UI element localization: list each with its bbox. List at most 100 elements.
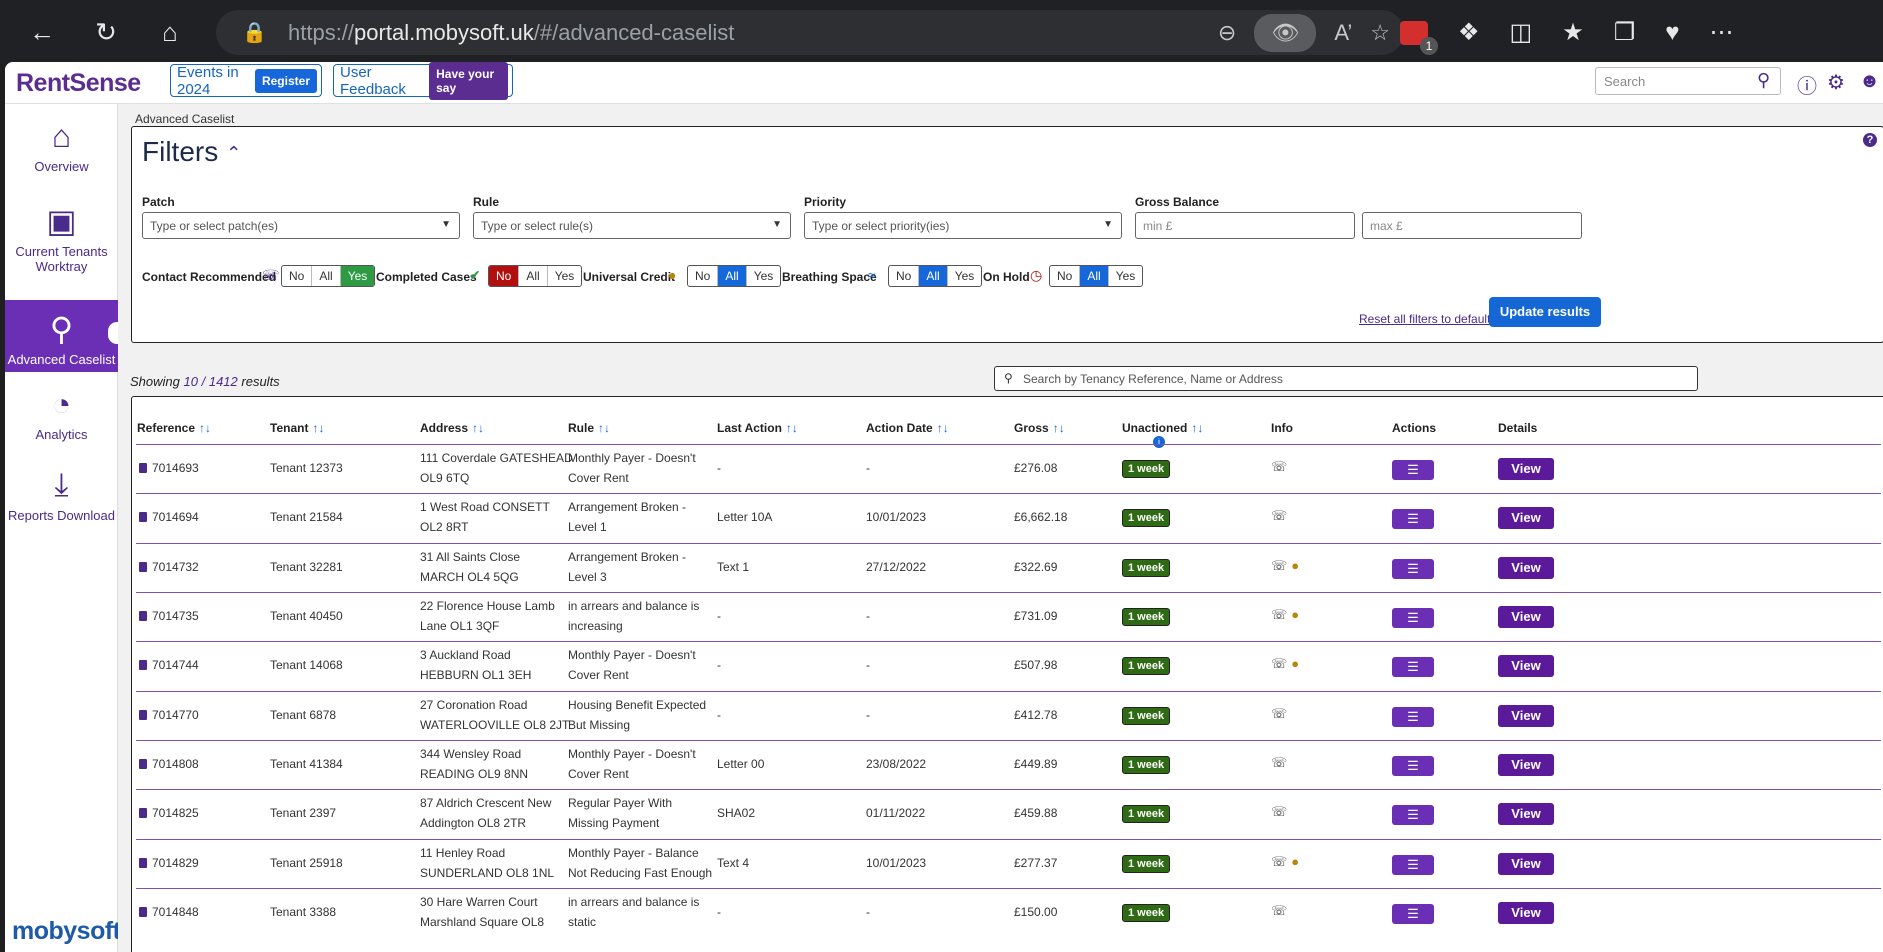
column-header-reference[interactable]: Reference ↑↓	[137, 421, 211, 435]
toggle-yes[interactable]: Yes	[747, 266, 781, 286]
filters-title[interactable]: Filters ⌃	[142, 136, 241, 168]
feedback-promo[interactable]: User Feedback Have your say	[333, 62, 513, 100]
gross-max-input[interactable]: max £	[1362, 212, 1582, 239]
view-button[interactable]: View	[1498, 507, 1554, 529]
sidebar-item-worktray[interactable]: ▣ Current Tenants Worktray	[5, 202, 118, 290]
help-icon[interactable]: ⓘ	[1797, 70, 1817, 99]
refresh-icon[interactable]: ↻	[84, 10, 128, 54]
toggle-yes[interactable]: Yes	[340, 266, 375, 286]
actions-menu-button[interactable]: ☰	[1392, 657, 1434, 677]
favorites-icon[interactable]: ★	[1562, 18, 1584, 47]
sidebar-item-analytics[interactable]: ◔ Analytics	[5, 386, 118, 454]
column-header-last-action[interactable]: Last Action ↑↓	[717, 421, 798, 435]
toggle-no[interactable]: No	[1050, 266, 1081, 286]
toggle-all[interactable]: All	[312, 266, 341, 286]
reset-filters-link[interactable]: Reset all filters to default	[1359, 312, 1490, 326]
collections-icon[interactable]: ❐	[1614, 18, 1636, 47]
table-row[interactable]: 7014694 Tenant 21584 1 West Road CONSETT OL…	[136, 493, 1881, 542]
sort-icon[interactable]: ↑↓	[1191, 421, 1203, 435]
extension-red-icon[interactable]: 1	[1400, 20, 1438, 55]
headset-icon[interactable]: ☏	[1271, 459, 1287, 474]
toggle-no[interactable]: No	[889, 266, 920, 286]
column-header-tenant[interactable]: Tenant ↑↓	[270, 421, 324, 435]
column-header-action-date[interactable]: Action Date ↑↓	[866, 421, 949, 435]
more-menu-icon[interactable]: ⋯	[1709, 18, 1733, 47]
url-text[interactable]: https://portal.mobysoft.uk/#/advanced-ca…	[288, 20, 734, 46]
coins-icon[interactable]: ●	[1291, 558, 1299, 573]
tracking-prevention-icon[interactable]: 👁	[1254, 13, 1317, 52]
lock-icon[interactable]: 🔒	[242, 20, 268, 45]
reference-cell[interactable]: 7014825	[139, 803, 199, 823]
sidebar-item-overview[interactable]: ⌂ Overview	[5, 118, 118, 188]
view-button[interactable]: View	[1498, 655, 1554, 677]
sort-icon[interactable]: ↑↓	[1053, 421, 1065, 435]
table-row[interactable]: 7014732 Tenant 32281 31 All Saints Close MA…	[136, 543, 1881, 592]
view-button[interactable]: View	[1498, 557, 1554, 579]
rentsense-logo[interactable]: RentSense	[16, 69, 141, 98]
actions-menu-button[interactable]: ☰	[1392, 904, 1434, 924]
coins-icon[interactable]: ●	[1291, 607, 1299, 622]
reference-cell[interactable]: 7014732	[139, 557, 199, 577]
table-row[interactable]: 7014808 Tenant 41384 344 Wensley Road READI…	[136, 740, 1881, 789]
actions-menu-button[interactable]: ☰	[1392, 509, 1434, 529]
headset-icon[interactable]: ☏	[1271, 755, 1287, 770]
patch-select[interactable]: Type or select patch(es) ▼	[142, 212, 460, 239]
coins-icon[interactable]: ●	[1291, 854, 1299, 869]
table-row[interactable]: 7014848 Tenant 3388 30 Hare Warren Court Ma…	[136, 888, 1881, 937]
headset-icon[interactable]: ☏	[1271, 607, 1287, 622]
sort-icon[interactable]: ↑↓	[472, 421, 484, 435]
column-header-rule[interactable]: Rule ↑↓	[568, 421, 610, 435]
headset-icon[interactable]: ☏	[1271, 508, 1287, 523]
actions-menu-button[interactable]: ☰	[1392, 460, 1434, 480]
coins-icon[interactable]: ●	[1291, 656, 1299, 671]
have-your-say-button[interactable]: Have your say	[429, 62, 508, 100]
reference-cell[interactable]: 7014735	[139, 606, 199, 626]
address-bar[interactable]: 🔒 https://portal.mobysoft.uk/#/advanced-…	[216, 10, 1404, 55]
table-row[interactable]: 7014825 Tenant 2397 87 Aldrich Crescent Ne…	[136, 789, 1881, 838]
gross-min-input[interactable]: min £	[1135, 212, 1355, 239]
favorite-star-icon[interactable]: ☆	[1370, 20, 1390, 46]
global-search-input[interactable]: Search	[1595, 67, 1781, 95]
priority-select[interactable]: Type or select priority(ies) ▼	[804, 212, 1122, 239]
split-screen-icon[interactable]: ◫	[1510, 18, 1533, 47]
column-header-gross[interactable]: Gross ↑↓	[1014, 421, 1065, 435]
headset-icon[interactable]: ☏	[1271, 706, 1287, 721]
toggle-yes[interactable]: Yes	[548, 266, 582, 286]
back-icon[interactable]: ←	[20, 10, 64, 54]
view-button[interactable]: View	[1498, 754, 1554, 776]
toggle-no[interactable]: No	[282, 266, 313, 286]
column-header-unactioned[interactable]: Unactioned ↑↓	[1122, 421, 1203, 435]
table-row[interactable]: 7014693 Tenant 12373 111 Coverdale GATESHE…	[136, 444, 1881, 493]
toggle-all[interactable]: All	[519, 266, 548, 286]
reference-cell[interactable]: 7014848	[139, 902, 199, 922]
zoom-out-icon[interactable]: ⊖	[1218, 20, 1236, 46]
chevron-up-icon[interactable]: ⌃	[226, 143, 241, 164]
extensions-puzzle-icon[interactable]: ❖	[1458, 18, 1480, 47]
sort-icon[interactable]: ↑↓	[937, 421, 949, 435]
reference-cell[interactable]: 7014693	[139, 458, 199, 478]
headset-icon[interactable]: ☏	[1271, 656, 1287, 671]
reference-cell[interactable]: 7014829	[139, 853, 199, 873]
rule-select[interactable]: Type or select rule(s) ▼	[473, 212, 791, 239]
events-promo[interactable]: Events in 2024 Register	[170, 64, 322, 98]
reference-cell[interactable]: 7014694	[139, 507, 199, 527]
view-button[interactable]: View	[1498, 853, 1554, 875]
toggle-no[interactable]: No	[489, 266, 520, 286]
home-browser-icon[interactable]: ⌂	[148, 10, 192, 54]
actions-menu-button[interactable]: ☰	[1392, 805, 1434, 825]
toggle-yes[interactable]: Yes	[1109, 266, 1143, 286]
sort-icon[interactable]: ↑↓	[786, 421, 798, 435]
view-button[interactable]: View	[1498, 458, 1554, 480]
actions-menu-button[interactable]: ☰	[1392, 756, 1434, 776]
table-search-input[interactable]: ⚲ Search by Tenancy Reference, Name or A…	[994, 366, 1698, 391]
table-row[interactable]: 7014744 Tenant 14068 3 Auckland Road HEBBUR…	[136, 641, 1881, 690]
toggle-no[interactable]: No	[688, 266, 719, 286]
reference-cell[interactable]: 7014744	[139, 655, 199, 675]
read-aloud-icon[interactable]: A’	[1334, 20, 1352, 46]
gear-icon[interactable]: ⚙	[1827, 70, 1845, 95]
update-results-button[interactable]: Update results	[1489, 297, 1601, 327]
sidebar-item-reports-download[interactable]: ⤓ Reports Download	[5, 466, 118, 538]
sort-icon[interactable]: ↑↓	[199, 421, 211, 435]
actions-menu-button[interactable]: ☰	[1392, 855, 1434, 875]
headset-icon[interactable]: ☏	[1271, 854, 1287, 869]
